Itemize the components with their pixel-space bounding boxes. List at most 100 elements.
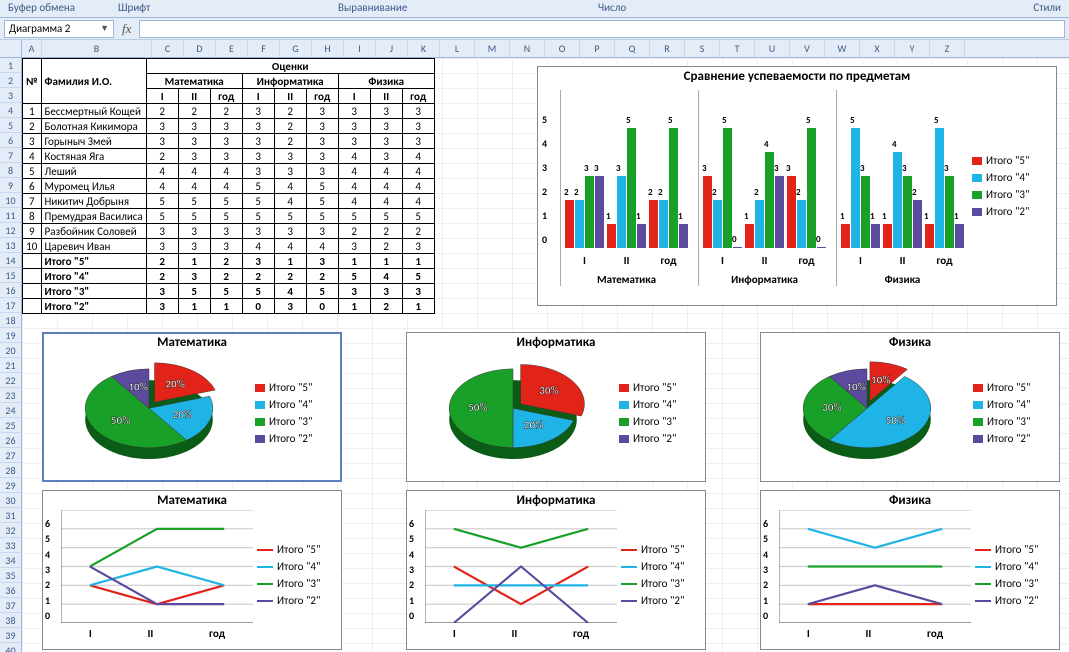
row-header-2[interactable]: 2 <box>0 73 21 88</box>
row-header-21[interactable]: 21 <box>0 358 21 373</box>
ribbon-group-font[interactable]: Шрифт <box>110 0 330 17</box>
row-header-32[interactable]: 32 <box>0 523 21 538</box>
chart-pie-phys[interactable]: Физика10%50%30%10%Итого "5"Итого "4"Итог… <box>760 332 1060 482</box>
col-header-N[interactable]: N <box>510 40 545 57</box>
col-header-Y[interactable]: Y <box>895 40 930 57</box>
row-header-19[interactable]: 19 <box>0 328 21 343</box>
row-header-30[interactable]: 30 <box>0 493 21 508</box>
row-header-6[interactable]: 6 <box>0 133 21 148</box>
row-header-13[interactable]: 13 <box>0 238 21 253</box>
col-header-J[interactable]: J <box>376 40 408 57</box>
chart-compare-bar[interactable]: Сравнение успеваемости по предметам01234… <box>537 66 1057 306</box>
col-header-H[interactable]: H <box>312 40 344 57</box>
col-header-B[interactable]: B <box>42 40 152 57</box>
col-header-X[interactable]: X <box>860 40 895 57</box>
table-row[interactable]: 9Разбойник Соловей333333222 <box>23 224 435 239</box>
row-header-27[interactable]: 27 <box>0 448 21 463</box>
table-total-row[interactable]: Итого "2"311030121 <box>23 299 435 314</box>
name-box-dropdown-icon[interactable]: ▼ <box>100 23 109 34</box>
col-header-R[interactable]: R <box>650 40 685 57</box>
ribbon-group-clipboard[interactable]: Буфер обмена <box>0 0 110 17</box>
row-header-25[interactable]: 25 <box>0 418 21 433</box>
row-header-17[interactable]: 17 <box>0 298 21 313</box>
row-header-23[interactable]: 23 <box>0 388 21 403</box>
col-header-S[interactable]: S <box>685 40 720 57</box>
worksheet[interactable]: 1234567891011121314151617181920212223242… <box>0 40 1069 652</box>
row-header-22[interactable]: 22 <box>0 373 21 388</box>
col-header-I[interactable]: I <box>344 40 376 57</box>
row-header-28[interactable]: 28 <box>0 463 21 478</box>
table-row[interactable]: 2Болотная Кикимора333323333 <box>23 119 435 134</box>
chart-line-phys[interactable]: Физика0123456IIIгодИтого "5"Итого "4"Ито… <box>760 490 1060 650</box>
table-total-row[interactable]: Итого "4"232222545 <box>23 269 435 284</box>
row-header-16[interactable]: 16 <box>0 283 21 298</box>
col-header-F[interactable]: F <box>248 40 280 57</box>
row-header-15[interactable]: 15 <box>0 268 21 283</box>
column-headers[interactable]: ABCDEFGHIJKLMNOPQRSTUVWXYZ <box>22 40 1069 58</box>
col-header-W[interactable]: W <box>825 40 860 57</box>
chart-line-math[interactable]: Математика0123456IIIгодИтого "5"Итого "4… <box>42 490 342 650</box>
table-row[interactable]: 7Никитич Добрыня555545444 <box>23 194 435 209</box>
ribbon-group-styles[interactable]: Стили <box>850 0 1069 17</box>
row-header-37[interactable]: 37 <box>0 598 21 613</box>
table-row[interactable]: 4Костяная Яга233333434 <box>23 149 435 164</box>
table-row[interactable]: 1Бессмертный Кощей222323333 <box>23 104 435 119</box>
chart-pie-inf[interactable]: Информатика30%20%50%Итого "5"Итого "4"Ит… <box>406 332 706 482</box>
row-header-11[interactable]: 11 <box>0 208 21 223</box>
col-header-U[interactable]: U <box>755 40 790 57</box>
ribbon-group-number[interactable]: Число <box>590 0 850 17</box>
chart-pie-math[interactable]: Математика20%20%50%10%Итого "5"Итого "4"… <box>42 332 342 482</box>
ribbon-group-align[interactable]: Выравнивание <box>330 0 590 17</box>
table-row[interactable]: 8Премудрая Василиса555555555 <box>23 209 435 224</box>
col-header-G[interactable]: G <box>280 40 312 57</box>
col-header-D[interactable]: D <box>184 40 216 57</box>
row-header-26[interactable]: 26 <box>0 433 21 448</box>
chart-line-inf[interactable]: Информатика0123456IIIгодИтого "5"Итого "… <box>406 490 706 650</box>
row-header-3[interactable]: 3 <box>0 88 21 103</box>
col-header-Q[interactable]: Q <box>615 40 650 57</box>
col-header-Z[interactable]: Z <box>930 40 965 57</box>
row-header-20[interactable]: 20 <box>0 343 21 358</box>
table-total-row[interactable]: Итого "3"355545333 <box>23 284 435 299</box>
row-header-5[interactable]: 5 <box>0 118 21 133</box>
col-header-E[interactable]: E <box>216 40 248 57</box>
table-row[interactable]: 3Горыныч Змей333323333 <box>23 134 435 149</box>
select-all-corner[interactable] <box>0 40 21 58</box>
fx-icon[interactable]: fx <box>120 21 133 37</box>
row-header-39[interactable]: 39 <box>0 628 21 643</box>
row-header-34[interactable]: 34 <box>0 553 21 568</box>
row-header-10[interactable]: 10 <box>0 193 21 208</box>
row-headers[interactable]: 1234567891011121314151617181920212223242… <box>0 40 22 652</box>
row-header-29[interactable]: 29 <box>0 478 21 493</box>
table-row[interactable]: 6Муромец Илья444545444 <box>23 179 435 194</box>
col-header-K[interactable]: K <box>408 40 440 57</box>
col-header-T[interactable]: T <box>720 40 755 57</box>
row-header-4[interactable]: 4 <box>0 103 21 118</box>
formula-bar[interactable] <box>139 20 1065 38</box>
col-header-P[interactable]: P <box>580 40 615 57</box>
row-header-35[interactable]: 35 <box>0 568 21 583</box>
name-box[interactable]: Диаграмма 2 ▼ <box>4 20 114 38</box>
table-total-row[interactable]: Итого "5"212313111 <box>23 254 435 269</box>
col-header-A[interactable]: A <box>22 40 42 57</box>
row-header-33[interactable]: 33 <box>0 538 21 553</box>
col-header-V[interactable]: V <box>790 40 825 57</box>
col-header-O[interactable]: O <box>545 40 580 57</box>
col-header-C[interactable]: C <box>152 40 184 57</box>
row-header-36[interactable]: 36 <box>0 583 21 598</box>
row-header-12[interactable]: 12 <box>0 223 21 238</box>
row-header-8[interactable]: 8 <box>0 163 21 178</box>
col-header-M[interactable]: M <box>475 40 510 57</box>
row-header-18[interactable]: 18 <box>0 313 21 328</box>
row-header-31[interactable]: 31 <box>0 508 21 523</box>
row-header-24[interactable]: 24 <box>0 403 21 418</box>
row-header-7[interactable]: 7 <box>0 148 21 163</box>
row-header-9[interactable]: 9 <box>0 178 21 193</box>
row-header-38[interactable]: 38 <box>0 613 21 628</box>
table-row[interactable]: 5Леший444333444 <box>23 164 435 179</box>
col-header-L[interactable]: L <box>440 40 475 57</box>
row-header-1[interactable]: 1 <box>0 58 21 73</box>
table-row[interactable]: 10Царевич Иван333444323 <box>23 239 435 254</box>
row-header-40[interactable]: 40 <box>0 643 21 652</box>
row-header-14[interactable]: 14 <box>0 253 21 268</box>
